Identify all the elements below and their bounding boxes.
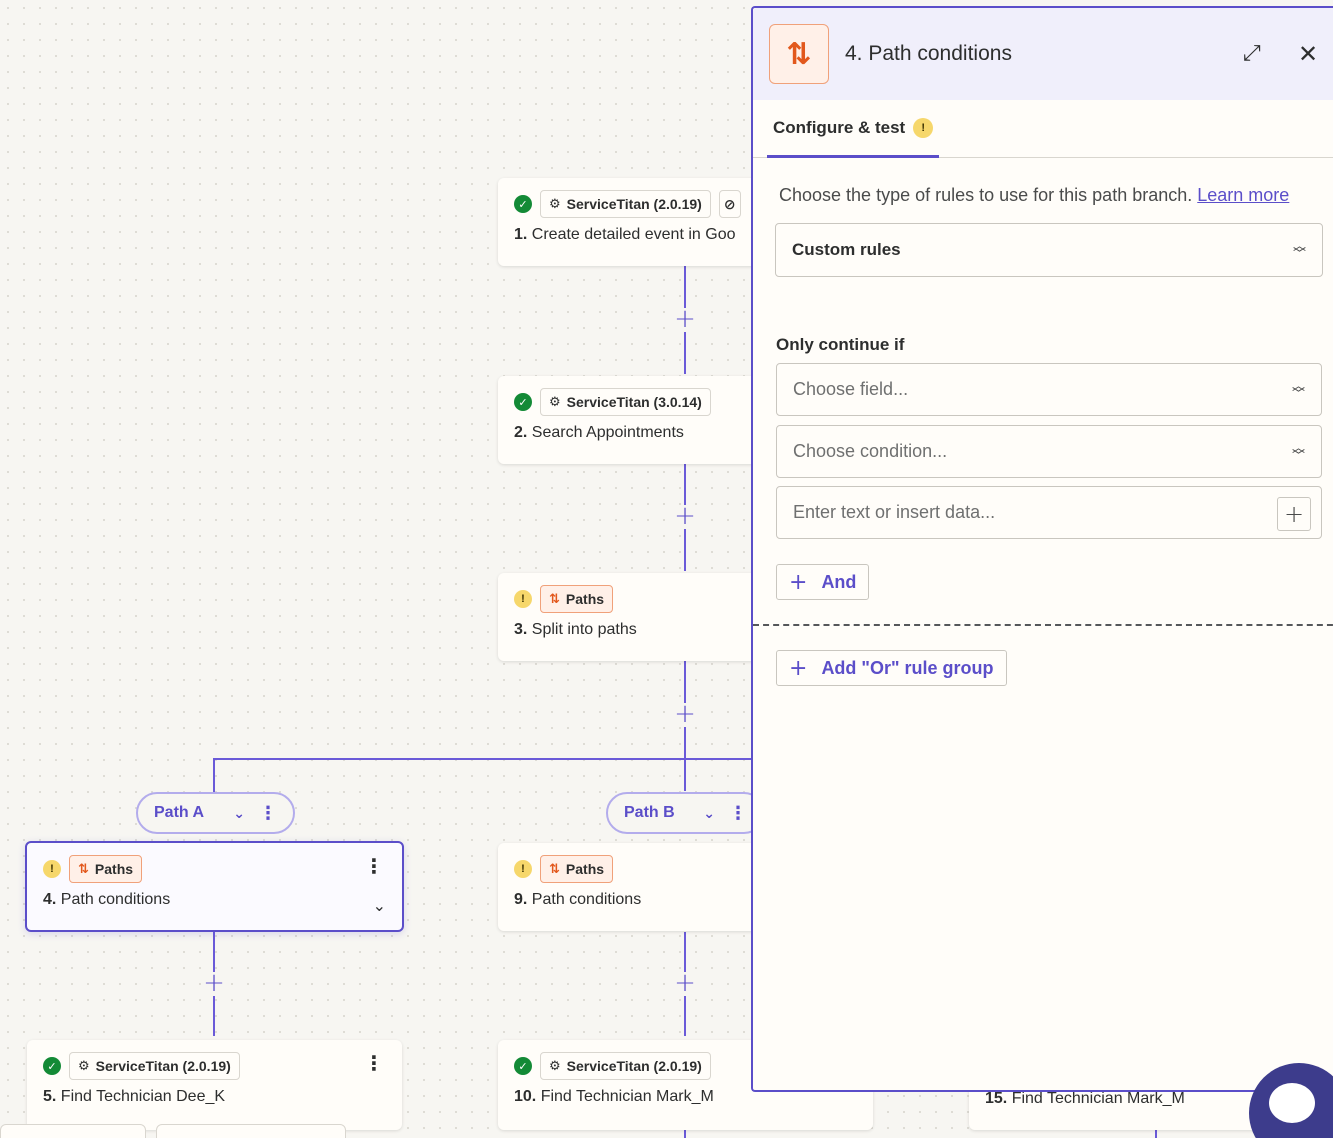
- paths-icon: ⇅: [549, 591, 560, 606]
- step-title: 2. Search Appointments: [514, 424, 684, 441]
- step-title: 3. Split into paths: [514, 621, 637, 638]
- paths-chip: ⇅ Paths: [69, 855, 143, 883]
- check-icon: ✓: [43, 1057, 61, 1075]
- choose-field-select[interactable]: Choose field... ︿ ﹀: [776, 363, 1322, 416]
- add-or-rule-group-button[interactable]: + Add "Or" rule group: [776, 650, 1007, 686]
- only-continue-if-label: Only continue if: [776, 335, 905, 354]
- paths-icon: ⇅: [78, 861, 89, 876]
- tab-configure-test[interactable]: Configure & test !: [767, 100, 940, 158]
- add-step-button[interactable]: +: [673, 503, 697, 529]
- app-chip: ⚙ ServiceTitan (2.0.19): [540, 1052, 711, 1080]
- app-chip: ⚙ ServiceTitan (3.0.14): [540, 388, 711, 416]
- paths-icon: ⇅: [549, 861, 560, 876]
- app-chip: ⚙ ServiceTitan (2.0.19): [540, 190, 711, 218]
- app-logo-icon: ⚙: [549, 1058, 561, 1073]
- step-details-panel: ⇅ 4. Path conditions ⤢ ✕ Configure & tes…: [751, 6, 1333, 1092]
- step-node-9[interactable]: ! ⇅ Paths 9. Path conditions: [498, 843, 788, 931]
- connector: [213, 758, 215, 794]
- app-logo-icon: ⚙: [549, 394, 561, 409]
- value-input[interactable]: Enter text or insert data... +: [776, 486, 1322, 539]
- rule-type-select[interactable]: Custom rules ︿ ﹀: [775, 223, 1323, 277]
- learn-more-link[interactable]: Learn more: [1197, 185, 1289, 205]
- step-title: 4. Path conditions: [43, 891, 171, 908]
- choose-condition-select[interactable]: Choose condition... ︿ ﹀: [776, 425, 1322, 478]
- rule-type-description: Choose the type of rules to use for this…: [779, 185, 1290, 205]
- chevron-down-icon[interactable]: ⌄: [703, 805, 715, 822]
- warning-icon: !: [43, 860, 61, 878]
- more-icon[interactable]: ⋮: [729, 803, 747, 824]
- connector: [214, 758, 754, 760]
- add-step-button[interactable]: +: [673, 701, 697, 727]
- plus-icon: +: [789, 569, 808, 595]
- path-label: Path B: [624, 804, 675, 821]
- and-button[interactable]: + And: [776, 564, 870, 600]
- chevron-down-icon[interactable]: ⌄: [373, 896, 386, 916]
- paths-chip: ⇅ Paths: [540, 585, 614, 613]
- sort-arrows-icon: ︿ ﹀: [1292, 238, 1306, 261]
- add-step-button[interactable]: +: [673, 970, 697, 996]
- check-icon: ✓: [514, 1057, 532, 1075]
- step-title: 9. Path conditions: [514, 891, 642, 908]
- insert-data-button[interactable]: +: [1277, 497, 1311, 531]
- step-node-2[interactable]: ✓ ⚙ ServiceTitan (3.0.14) 2. Search Appoi…: [498, 376, 788, 464]
- panel-body: Choose the type of rules to use for this…: [753, 158, 1333, 686]
- plus-icon: +: [789, 655, 808, 681]
- step-node-4[interactable]: ! ⇅ Paths 4. Path conditions ⋮ ⌄: [25, 841, 404, 932]
- step-node-1[interactable]: ✓ ⚙ ServiceTitan (2.0.19) ⊘ 1. Create det…: [498, 178, 788, 266]
- sort-arrows-icon: ︿ ﹀: [1291, 439, 1305, 463]
- app-logo-icon: ⚙: [549, 196, 561, 211]
- step-node-3[interactable]: ! ⇅ Paths 3. Split into paths: [498, 573, 788, 661]
- step-title: 5. Find Technician Dee_K: [43, 1088, 226, 1105]
- panel-header: ⇅ 4. Path conditions ⤢ ✕: [753, 8, 1333, 100]
- panel-title: 4. Path conditions: [845, 42, 1012, 65]
- step-title: 15. Find Technician Mark_M: [985, 1090, 1185, 1107]
- timer-icon: ⊘: [718, 190, 741, 218]
- more-icon[interactable]: ⋮: [259, 803, 277, 824]
- paths-chip: ⇅ Paths: [540, 855, 614, 883]
- check-icon: ✓: [514, 195, 532, 213]
- more-icon[interactable]: ⋮: [364, 857, 384, 877]
- sort-arrows-icon: ︿ ﹀: [1291, 377, 1305, 401]
- check-icon: ✓: [514, 393, 532, 411]
- more-icon[interactable]: ⋮: [364, 1054, 384, 1074]
- bottom-toolbar-tools[interactable]: [156, 1124, 346, 1138]
- divider: [753, 624, 1333, 626]
- paths-icon: ⇅: [769, 24, 829, 84]
- bottom-toolbar[interactable]: [0, 1124, 146, 1138]
- expand-icon[interactable]: ⤢: [1243, 40, 1261, 66]
- chevron-down-icon[interactable]: ⌄: [233, 805, 245, 822]
- warning-icon: !: [514, 860, 532, 878]
- warning-icon: !: [514, 590, 532, 608]
- step-node-5[interactable]: ✓ ⚙ ServiceTitan (2.0.19) 5. Find Technic…: [27, 1040, 402, 1130]
- step-title: 1. Create detailed event in Goo: [514, 226, 736, 243]
- close-icon[interactable]: ✕: [1298, 40, 1318, 69]
- panel-tabs: Configure & test !: [753, 100, 1333, 158]
- add-step-button[interactable]: +: [202, 970, 226, 996]
- app-chip: ⚙ ServiceTitan (2.0.19): [69, 1052, 240, 1080]
- add-step-button[interactable]: +: [673, 306, 697, 332]
- path-label: Path A: [154, 804, 205, 821]
- app-logo-icon: ⚙: [78, 1058, 90, 1073]
- path-a-pill[interactable]: Path A ⌄ ⋮: [136, 792, 295, 834]
- warning-icon: !: [913, 117, 934, 138]
- path-b-pill[interactable]: Path B ⌄ ⋮: [606, 792, 765, 834]
